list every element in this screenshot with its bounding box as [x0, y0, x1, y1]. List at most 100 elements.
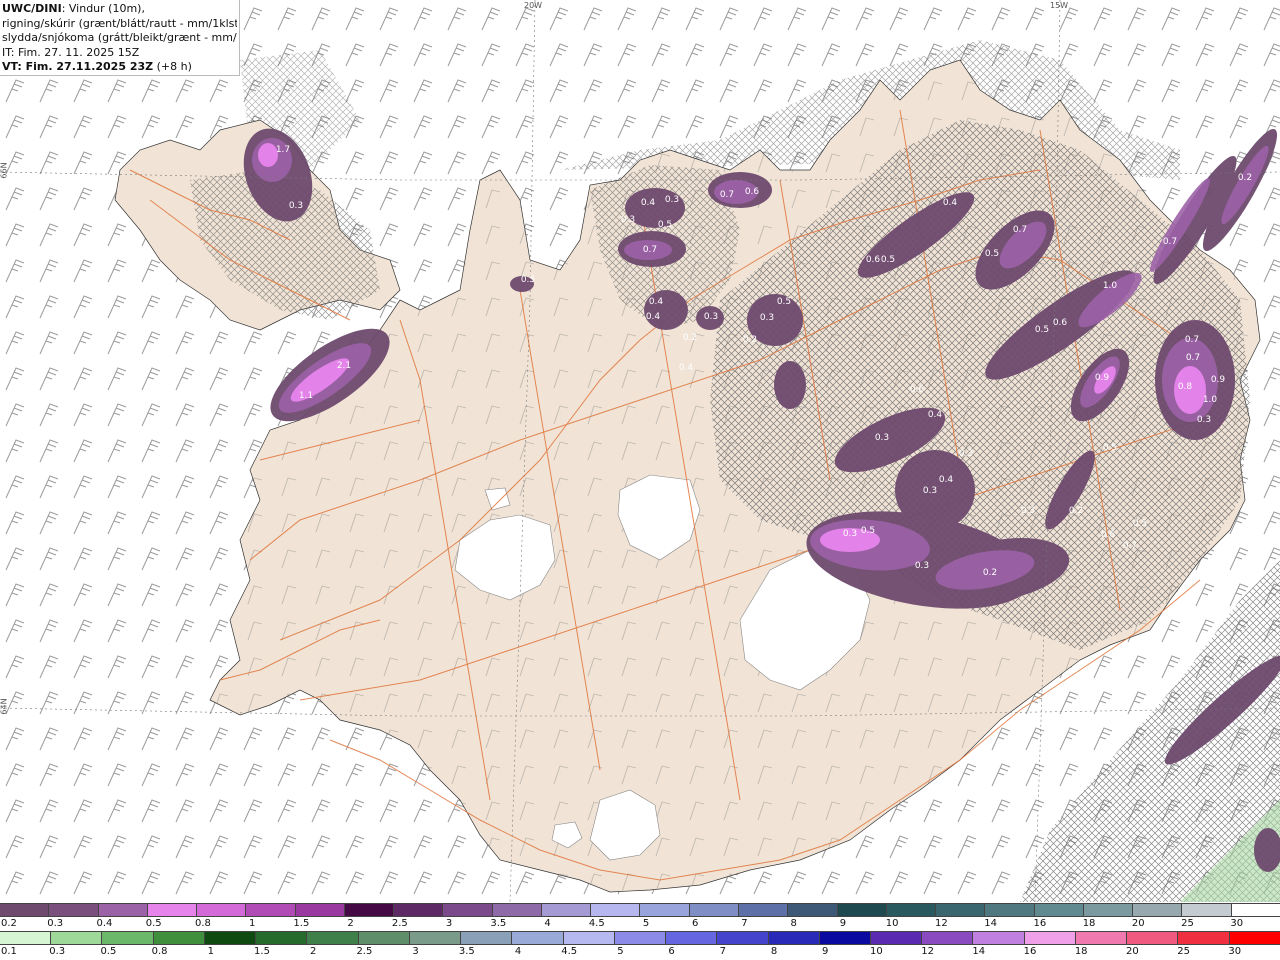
scale-swatch [689, 904, 739, 916]
scale-swatch [256, 932, 308, 944]
precip-value: 0.5 [777, 297, 791, 307]
scale-swatch [344, 904, 395, 916]
scale-label: 2 [347, 918, 354, 929]
scale-label: 6 [692, 918, 699, 929]
precip-value: 0.3 [1197, 415, 1211, 425]
scale-label: 14 [972, 946, 986, 957]
precip-value: 0.3 [289, 201, 303, 211]
scale-swatch [985, 904, 1035, 916]
scale-swatch [738, 904, 789, 916]
precip-value: 0.6 [1101, 530, 1116, 540]
scale-swatch [443, 904, 493, 916]
snow-color-scale [0, 903, 1280, 917]
scale-label: 0.1 [1, 946, 17, 957]
scale-swatch [512, 932, 564, 944]
scale-swatch [461, 932, 513, 944]
precip-value: 0.6 [866, 255, 881, 265]
precip-value: 1.7 [276, 145, 290, 155]
scale-swatch [1231, 904, 1280, 916]
scale-label: 14 [984, 918, 997, 929]
scale-swatch [870, 932, 923, 944]
scale-label: 10 [885, 918, 899, 929]
scale-label: 3 [412, 946, 419, 957]
lon-label-15w: 15W [1050, 1, 1069, 10]
scale-label: 3 [445, 918, 453, 929]
precip-value: 0.3 [704, 312, 718, 322]
initial-time: IT: Fim. 27. 11. 2025 15Z [2, 45, 140, 59]
scale-swatch [98, 904, 148, 916]
scale-swatch [1127, 932, 1179, 944]
precip-value: 0.5 [985, 249, 999, 259]
precip-value: 0.3 [843, 529, 857, 539]
scale-swatch [1075, 932, 1128, 944]
scale-label: 20 [1126, 946, 1139, 957]
precip-value: 0.4 [679, 363, 694, 373]
scale-label: 16 [1033, 918, 1047, 929]
precip-value: 0.7 [1123, 541, 1137, 551]
scale-label: 1.5 [293, 918, 310, 929]
scale-swatch [541, 904, 592, 916]
scale-label: 10 [870, 946, 883, 957]
precip-value: 0.3 [959, 449, 973, 459]
scale-swatch [246, 904, 296, 916]
scale-swatch [717, 932, 769, 944]
precip-value: 0.7 [1013, 225, 1027, 235]
scale-swatch [666, 932, 718, 944]
scale-swatch [51, 932, 103, 944]
scale-label: 20 [1131, 918, 1145, 929]
scale-label: 7 [741, 918, 748, 929]
precip-value: 0.3 [1021, 506, 1035, 516]
precip-value: 0.5 [881, 255, 895, 265]
parameter-line-2: rigning/skúrir (grænt/blátt/rautt - mm/1… [2, 16, 237, 30]
scale-label: 18 [1082, 918, 1096, 929]
precip-value: 0.3 [875, 433, 889, 443]
scale-label: 0.3 [49, 946, 66, 957]
scale-swatch [591, 904, 641, 916]
precip-value: 0.5 [861, 526, 875, 536]
scale-label: 9 [839, 918, 847, 929]
precip-value: 0.3 [621, 215, 635, 225]
scale-label: 0.3 [47, 918, 64, 929]
scale-swatch [614, 932, 667, 944]
scale-label: 2.5 [356, 946, 373, 957]
precip-value: 0.7 [1185, 335, 1199, 345]
scale-label: 0.8 [151, 946, 168, 957]
scale-swatch [1034, 904, 1084, 916]
scale-swatch [563, 932, 615, 944]
scale-label: 1.5 [254, 946, 270, 957]
lon-label-20w: 20W [524, 1, 543, 10]
scale-label: 8 [770, 946, 778, 957]
precip-value: 0.7 [720, 190, 734, 200]
scale-swatch [922, 932, 974, 944]
lat-label-66n: 66N [0, 162, 9, 179]
scale-label: 8 [790, 918, 797, 929]
scale-swatch [886, 904, 937, 916]
precip-value: 0.8 [1178, 382, 1193, 392]
precip-value: 0.2 [1069, 506, 1083, 516]
scale-label: 0.2 [1, 918, 17, 929]
scale-label: 16 [1023, 946, 1037, 957]
forecast-offset: (+8 h) [156, 60, 192, 73]
precip-value: 0.7 [1163, 237, 1177, 247]
scale-label: 9 [822, 946, 829, 957]
precip-value: 0.6 [1053, 318, 1068, 328]
scale-swatch [936, 904, 986, 916]
precip-value: 0.5 [1133, 519, 1147, 529]
scale-swatch [0, 904, 50, 916]
scale-swatch [49, 904, 99, 916]
scale-swatch [204, 932, 257, 944]
scale-swatch [409, 932, 462, 944]
precip-value: 1.0 [1203, 395, 1218, 405]
scale-label: 25 [1177, 946, 1190, 957]
scale-swatch [0, 932, 52, 944]
parameter-line-3: slydda/snjókoma (grátt/bleikt/grænt - mm… [2, 31, 237, 44]
precip-value: 0.2 [683, 333, 697, 343]
scale-swatch [492, 904, 542, 916]
scale-swatch [973, 932, 1025, 944]
precip-value: 0.6 [910, 385, 925, 395]
snow-scale-labels: 0.2 0.3 0.4 0.5 0.8 1 1.5 2 2.5 3 3.5 4 4.5 5 6 7 8 9 10 12… [0, 918, 1280, 931]
scale-label: 2.5 [391, 918, 408, 929]
scale-label: 1 [248, 918, 256, 929]
scale-label: 3.5 [458, 946, 475, 957]
precip-value: 0.3 [923, 486, 937, 496]
